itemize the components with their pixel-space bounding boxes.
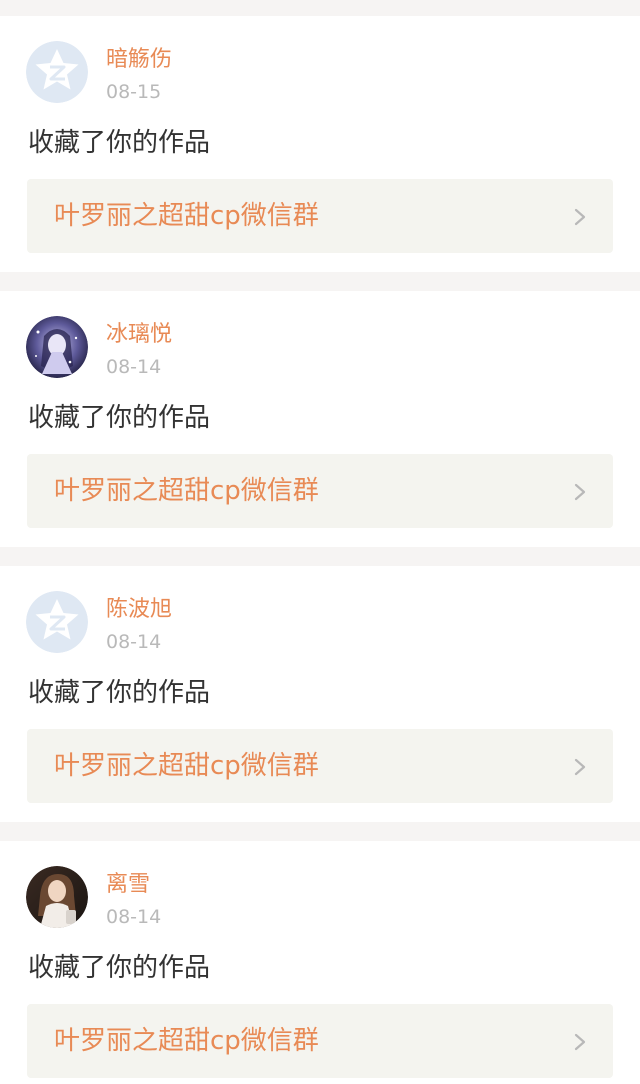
chevron-right-icon — [573, 207, 587, 227]
default-qq-avatar-icon[interactable] — [26, 591, 88, 653]
work-title: 叶罗丽之超甜cp微信群 — [54, 476, 319, 506]
username[interactable]: 冰璃悦 — [106, 321, 172, 349]
timestamp: 08-14 — [106, 906, 162, 928]
work-link-card[interactable]: 叶罗丽之超甜cp微信群 — [27, 179, 613, 253]
notification-feed: 暗觞伤 08-15 收藏了你的作品 叶罗丽之超甜cp微信群 冰璃悦 08-14 … — [0, 0, 640, 1084]
timestamp: 08-14 — [106, 356, 162, 378]
work-title: 叶罗丽之超甜cp微信群 — [54, 201, 319, 231]
notification-card: 冰璃悦 08-14 收藏了你的作品 叶罗丽之超甜cp微信群 — [0, 291, 640, 547]
chevron-right-icon — [573, 482, 587, 502]
photo-girl-avatar-icon[interactable] — [26, 866, 88, 928]
work-link-card[interactable]: 叶罗丽之超甜cp微信群 — [27, 729, 613, 803]
timestamp: 08-15 — [106, 81, 162, 103]
work-title: 叶罗丽之超甜cp微信群 — [54, 1026, 319, 1056]
work-title: 叶罗丽之超甜cp微信群 — [54, 751, 319, 781]
action-text: 收藏了你的作品 — [28, 128, 211, 158]
username[interactable]: 离雪 — [106, 871, 150, 899]
username[interactable]: 陈波旭 — [106, 596, 172, 624]
timestamp: 08-14 — [106, 631, 162, 653]
notification-card: 暗觞伤 08-15 收藏了你的作品 叶罗丽之超甜cp微信群 — [0, 16, 640, 272]
username[interactable]: 暗觞伤 — [106, 46, 172, 74]
work-link-card[interactable]: 叶罗丽之超甜cp微信群 — [27, 1004, 613, 1078]
notification-card: 离雪 08-14 收藏了你的作品 叶罗丽之超甜cp微信群 — [0, 841, 640, 1084]
anime-girl-avatar-icon[interactable] — [26, 316, 88, 378]
action-text: 收藏了你的作品 — [28, 403, 211, 433]
default-qq-avatar-icon[interactable] — [26, 41, 88, 103]
notification-card: 陈波旭 08-14 收藏了你的作品 叶罗丽之超甜cp微信群 — [0, 566, 640, 822]
action-text: 收藏了你的作品 — [28, 953, 211, 983]
chevron-right-icon — [573, 1032, 587, 1052]
chevron-right-icon — [573, 757, 587, 777]
work-link-card[interactable]: 叶罗丽之超甜cp微信群 — [27, 454, 613, 528]
action-text: 收藏了你的作品 — [28, 678, 211, 708]
